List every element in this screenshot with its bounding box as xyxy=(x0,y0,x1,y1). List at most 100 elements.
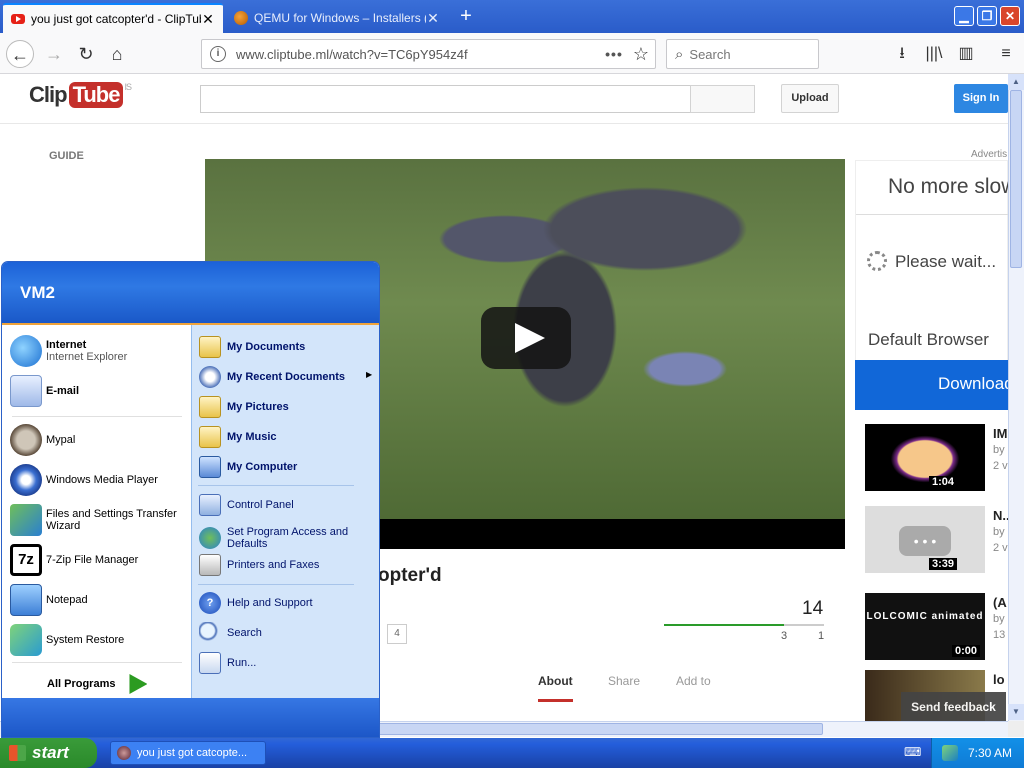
places-item-search[interactable]: Search xyxy=(199,620,374,646)
library-icon[interactable]: |||\ xyxy=(922,42,946,66)
scroll-up-icon[interactable]: ▲ xyxy=(1008,74,1024,90)
start-item-system-restore[interactable]: System Restore xyxy=(10,620,185,660)
mypal-icon xyxy=(117,746,131,760)
start-item-label: System Restore xyxy=(46,634,125,646)
places-item-printers[interactable]: Printers and Faxes xyxy=(199,552,374,578)
places-item-program-defaults[interactable]: Set Program Access and Defaults xyxy=(199,522,374,554)
bookmark-star-icon[interactable]: ☆ xyxy=(633,44,649,65)
like-ratio-bar xyxy=(664,624,824,626)
new-tab-button[interactable]: + xyxy=(454,5,478,28)
keyboard-icon[interactable]: ⌨ xyxy=(904,745,921,759)
downloads-icon[interactable]: ⭳ xyxy=(890,42,914,66)
sidebar-icon[interactable]: ▥ xyxy=(954,42,978,66)
close-tab-icon[interactable]: ✕ xyxy=(201,11,215,28)
taskbar-window-button[interactable]: you just got catcopte... xyxy=(110,741,266,765)
all-programs-button[interactable]: All Programs xyxy=(47,674,148,694)
system-restore-icon xyxy=(10,624,42,656)
suggested-video-title[interactable]: (A lol xyxy=(993,595,1008,610)
start-item-notepad[interactable]: Notepad xyxy=(10,580,185,620)
folder-icon xyxy=(199,426,221,448)
reload-button[interactable]: ↻ xyxy=(72,40,100,68)
url-text[interactable]: www.cliptube.ml/watch?v=TC6pY954z4f xyxy=(236,47,605,62)
sign-in-button[interactable]: Sign In xyxy=(954,84,1008,113)
menu-separator xyxy=(198,584,354,585)
home-button[interactable]: ⌂ xyxy=(103,40,131,68)
suggested-video-title[interactable]: N.. Ka xyxy=(993,508,1008,523)
places-item-my-computer[interactable]: My Computer xyxy=(199,454,374,480)
ad-download-button[interactable]: Download xyxy=(855,360,1008,410)
start-menu: VM2 Internet Internet Explorer E-mail Myp… xyxy=(1,261,380,738)
suggested-video-author: by xyxy=(993,526,1005,538)
suggested-video[interactable]: 1:04 IM by 2 v xyxy=(865,424,1008,491)
places-item-recent-documents[interactable]: My Recent Documents xyxy=(199,364,374,390)
site-search-input[interactable] xyxy=(200,85,691,113)
start-item-label: Mypal xyxy=(46,434,76,446)
places-item-help[interactable]: ? Help and Support xyxy=(199,590,374,616)
maximize-button[interactable]: ❐ xyxy=(977,6,997,26)
suggested-video[interactable]: LOLCOMIC animated 0:00 (A lol by 13 xyxy=(865,593,1008,660)
page-actions-icon[interactable]: ••• xyxy=(605,46,623,62)
dislike-count[interactable]: 1 xyxy=(818,630,824,642)
cliptube-logo[interactable]: Clip Tube IS xyxy=(29,82,132,108)
forward-button[interactable]: → xyxy=(40,40,68,68)
start-item-email[interactable]: E-mail xyxy=(10,371,185,411)
start-item-7zip[interactable]: 7z 7-Zip File Manager xyxy=(10,540,185,580)
places-item-run[interactable]: Run... xyxy=(199,650,374,676)
menu-icon[interactable]: ≡ xyxy=(994,42,1018,66)
places-item-label: My Computer xyxy=(227,461,298,473)
search-icon: ⌕ xyxy=(675,45,684,63)
network-tray-icon[interactable] xyxy=(942,745,958,761)
url-bar[interactable]: i www.cliptube.ml/watch?v=TC6pY954z4f ••… xyxy=(201,39,656,69)
tab-qemu[interactable]: QEMU for Windows – Installers (3… ✕ xyxy=(226,3,448,33)
tab-share[interactable]: Share xyxy=(608,674,640,688)
site-search-button[interactable] xyxy=(690,85,755,113)
places-item-my-pictures[interactable]: My Pictures xyxy=(199,394,374,420)
site-info-icon[interactable]: i xyxy=(210,46,226,62)
places-item-label: Run... xyxy=(227,657,257,669)
upload-button[interactable]: Upload xyxy=(781,84,839,113)
media-player-icon xyxy=(10,464,42,496)
scroll-down-icon[interactable]: ▼ xyxy=(1008,704,1024,720)
suggested-video-title[interactable]: lo xyxy=(993,672,1005,687)
play-button[interactable] xyxy=(481,307,571,369)
send-feedback-button[interactable]: Send feedback xyxy=(901,692,1006,721)
start-menu-header xyxy=(2,262,379,325)
search-icon xyxy=(199,622,221,644)
printer-icon xyxy=(199,554,221,576)
vertical-scroll-thumb[interactable] xyxy=(1010,90,1022,268)
like-count[interactable]: 3 xyxy=(781,630,787,642)
start-item-transfer-wizard[interactable]: Files and Settings Transfer Wizard xyxy=(10,500,185,540)
places-item-label: My Music xyxy=(227,431,277,443)
browser-search-input[interactable]: ⌕ Search xyxy=(666,39,819,69)
recent-documents-icon xyxy=(199,366,221,388)
places-item-my-music[interactable]: My Music xyxy=(199,424,374,450)
ad-wait-text: Please wait... xyxy=(895,252,997,271)
suggested-video-author: by xyxy=(993,444,1005,456)
tab-about[interactable]: About xyxy=(538,674,573,702)
back-button[interactable]: ← xyxy=(6,40,34,68)
places-item-my-documents[interactable]: My Documents xyxy=(199,334,374,360)
places-item-control-panel[interactable]: Control Panel xyxy=(199,492,374,518)
close-window-button[interactable]: ✕ xyxy=(1000,6,1020,26)
tab-title: you just got catcopter'd - ClipTube xyxy=(31,12,201,26)
video-thumbnail[interactable]: 1:04 xyxy=(865,424,985,491)
suggested-video-views: 13 xyxy=(993,629,1006,641)
start-item-label: Windows Media Player xyxy=(46,474,158,486)
ad-divider xyxy=(856,214,1008,215)
video-thumbnail[interactable]: 3:39 xyxy=(865,506,985,573)
folder-icon xyxy=(199,336,221,358)
video-duration: 0:00 xyxy=(951,645,980,657)
guide-label[interactable]: GUIDE xyxy=(49,150,84,162)
tab-add-to[interactable]: Add to xyxy=(676,674,711,688)
suggested-video[interactable]: 3:39 N.. Ka by 2 v xyxy=(865,506,1008,573)
places-item-label: My Documents xyxy=(227,341,306,353)
user-name: VM2 xyxy=(20,283,55,302)
start-item-internet[interactable]: Internet Internet Explorer xyxy=(10,331,185,371)
clock[interactable]: 7:30 AM xyxy=(968,746,1012,760)
close-tab-icon[interactable]: ✕ xyxy=(426,10,440,27)
start-item-media-player[interactable]: Windows Media Player xyxy=(10,460,185,500)
suggested-video-title[interactable]: IM xyxy=(993,426,1007,441)
minimize-button[interactable]: ▁ xyxy=(954,6,974,26)
tab-cliptube[interactable]: you just got catcopter'd - ClipTube ✕ xyxy=(3,3,223,33)
start-item-mypal[interactable]: Mypal xyxy=(10,420,185,460)
